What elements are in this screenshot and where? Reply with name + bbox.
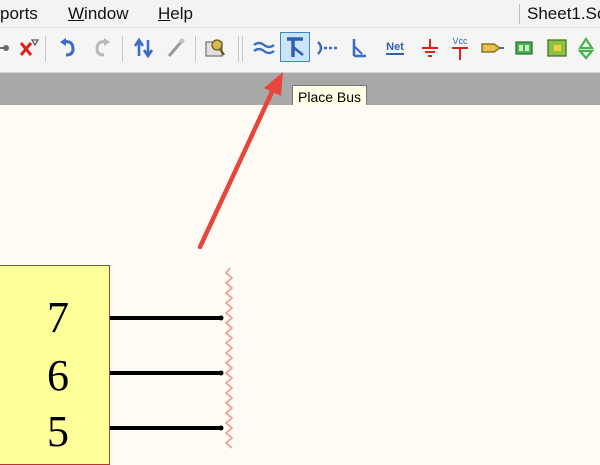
pin-number: 5 xyxy=(47,407,69,456)
signal-harness-icon[interactable] xyxy=(346,36,370,60)
pin-number: 7 xyxy=(47,293,69,342)
recycle-icon[interactable] xyxy=(574,36,598,60)
toolbar-right: Net Vcc xyxy=(0,28,600,72)
menu-help[interactable]: Help xyxy=(158,4,193,24)
menu-window[interactable]: Window xyxy=(68,4,128,24)
ground-icon[interactable] xyxy=(418,36,442,60)
net-label-text: Net xyxy=(386,40,404,55)
schematic-component[interactable]: 7 6 5 xyxy=(0,265,110,465)
net-label-icon[interactable]: Net xyxy=(380,36,410,60)
menu-reports[interactable]: ports xyxy=(0,4,38,24)
vcc-label-text: Vcc xyxy=(452,35,468,46)
bus-entry-icon[interactable] xyxy=(316,36,340,60)
sheet-entry-icon[interactable] xyxy=(545,36,569,60)
menu-bar: ports Window Help Sheet1.Sc xyxy=(0,0,600,28)
menu-separator xyxy=(519,4,520,24)
vcc-power-icon[interactable]: Vcc xyxy=(447,36,473,60)
document-tab[interactable]: Sheet1.Sc xyxy=(527,4,600,24)
pin-number: 6 xyxy=(47,351,69,400)
sheet-symbol-icon[interactable] xyxy=(512,36,536,60)
port-icon[interactable] xyxy=(480,36,504,60)
